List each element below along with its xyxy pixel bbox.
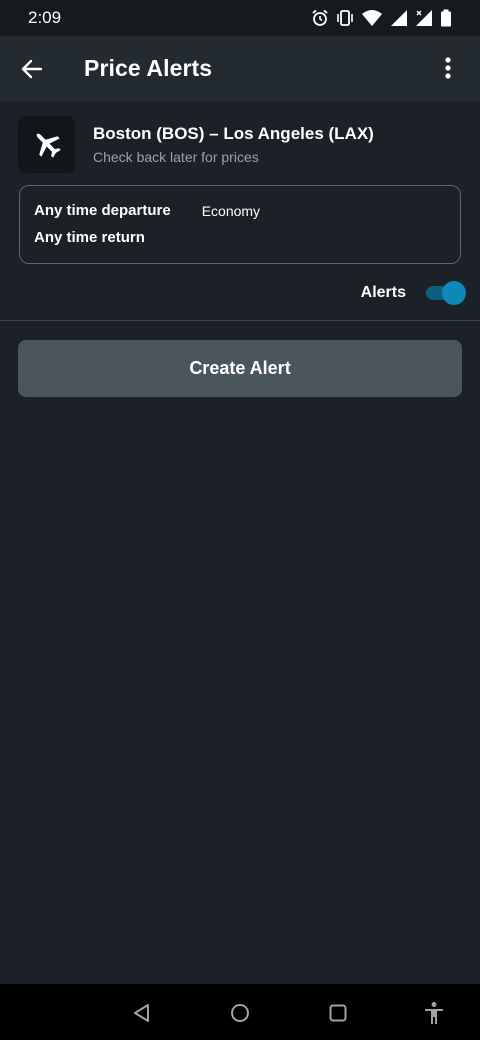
status-time: 2:09 bbox=[28, 8, 62, 27]
airplane-icon bbox=[36, 133, 61, 158]
route-row: Boston (BOS) – Los Angeles (LAX) Check b… bbox=[18, 114, 462, 174]
more-vert-icon bbox=[445, 57, 451, 79]
more-options-button[interactable] bbox=[424, 44, 472, 92]
back-triangle-icon bbox=[134, 1004, 149, 1022]
departure-time: Any time departure bbox=[34, 202, 171, 219]
battery-icon bbox=[441, 9, 451, 27]
app-bar: Price Alerts bbox=[0, 36, 480, 101]
create-alert-button[interactable]: Create Alert bbox=[18, 340, 462, 397]
route-text: Boston (BOS) – Los Angeles (LAX) Check b… bbox=[93, 124, 374, 165]
signal-roaming-icon bbox=[416, 10, 432, 26]
return-time: Any time return bbox=[34, 229, 145, 246]
toggle-thumb bbox=[442, 281, 466, 305]
home-circle-icon bbox=[231, 1004, 249, 1022]
alerts-toggle[interactable] bbox=[424, 280, 466, 306]
nav-home-button[interactable] bbox=[225, 998, 255, 1028]
nav-back-button[interactable] bbox=[127, 998, 157, 1028]
status-bar: 2:09 bbox=[0, 0, 480, 36]
page-title: Price Alerts bbox=[84, 55, 213, 81]
alerts-row: Alerts bbox=[360, 278, 466, 308]
back-button[interactable] bbox=[0, 37, 64, 101]
wifi-icon bbox=[362, 10, 382, 26]
system-nav-bar bbox=[0, 984, 480, 1040]
accessibility-icon bbox=[425, 1002, 443, 1024]
status-icons bbox=[311, 9, 452, 27]
route-subtitle: Check back later for prices bbox=[93, 148, 259, 165]
alerts-label: Alerts bbox=[360, 284, 406, 301]
cabin-class: Economy bbox=[201, 202, 261, 219]
nav-accessibility-button[interactable] bbox=[419, 998, 449, 1028]
details-line-1: Any time departure Economy bbox=[34, 202, 460, 219]
trip-details-card[interactable]: Any time departure Economy Any time retu… bbox=[19, 185, 461, 264]
route-icon-tile bbox=[18, 115, 75, 173]
alarm-icon bbox=[312, 9, 328, 26]
arrow-back-icon bbox=[21, 59, 43, 78]
recents-square-icon bbox=[329, 1004, 347, 1022]
vibrate-icon bbox=[337, 10, 353, 26]
nav-recents-button[interactable] bbox=[323, 998, 353, 1028]
divider bbox=[0, 320, 480, 321]
signal-icon bbox=[391, 10, 407, 26]
route-title: Boston (BOS) – Los Angeles (LAX) bbox=[93, 123, 374, 143]
